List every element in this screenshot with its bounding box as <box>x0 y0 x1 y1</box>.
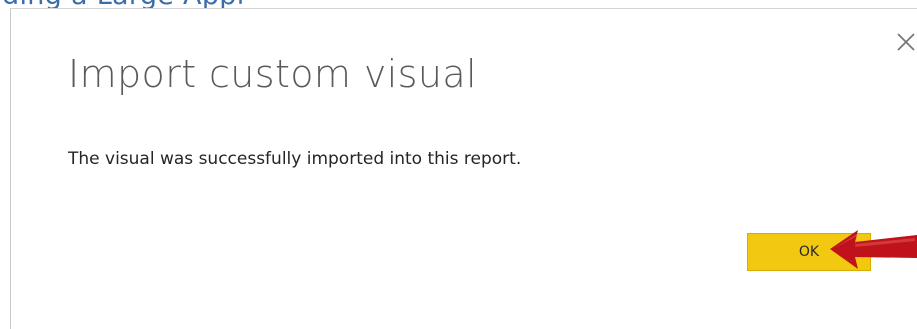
dialog-title: Import custom visual <box>68 52 477 96</box>
dialog-message: The visual was successfully imported int… <box>68 149 522 169</box>
close-icon <box>897 33 915 51</box>
screenshot-stage: ding a Large Appl Import custom visual T… <box>0 0 917 329</box>
close-button[interactable] <box>893 29 917 55</box>
ok-button[interactable]: OK <box>747 233 871 271</box>
